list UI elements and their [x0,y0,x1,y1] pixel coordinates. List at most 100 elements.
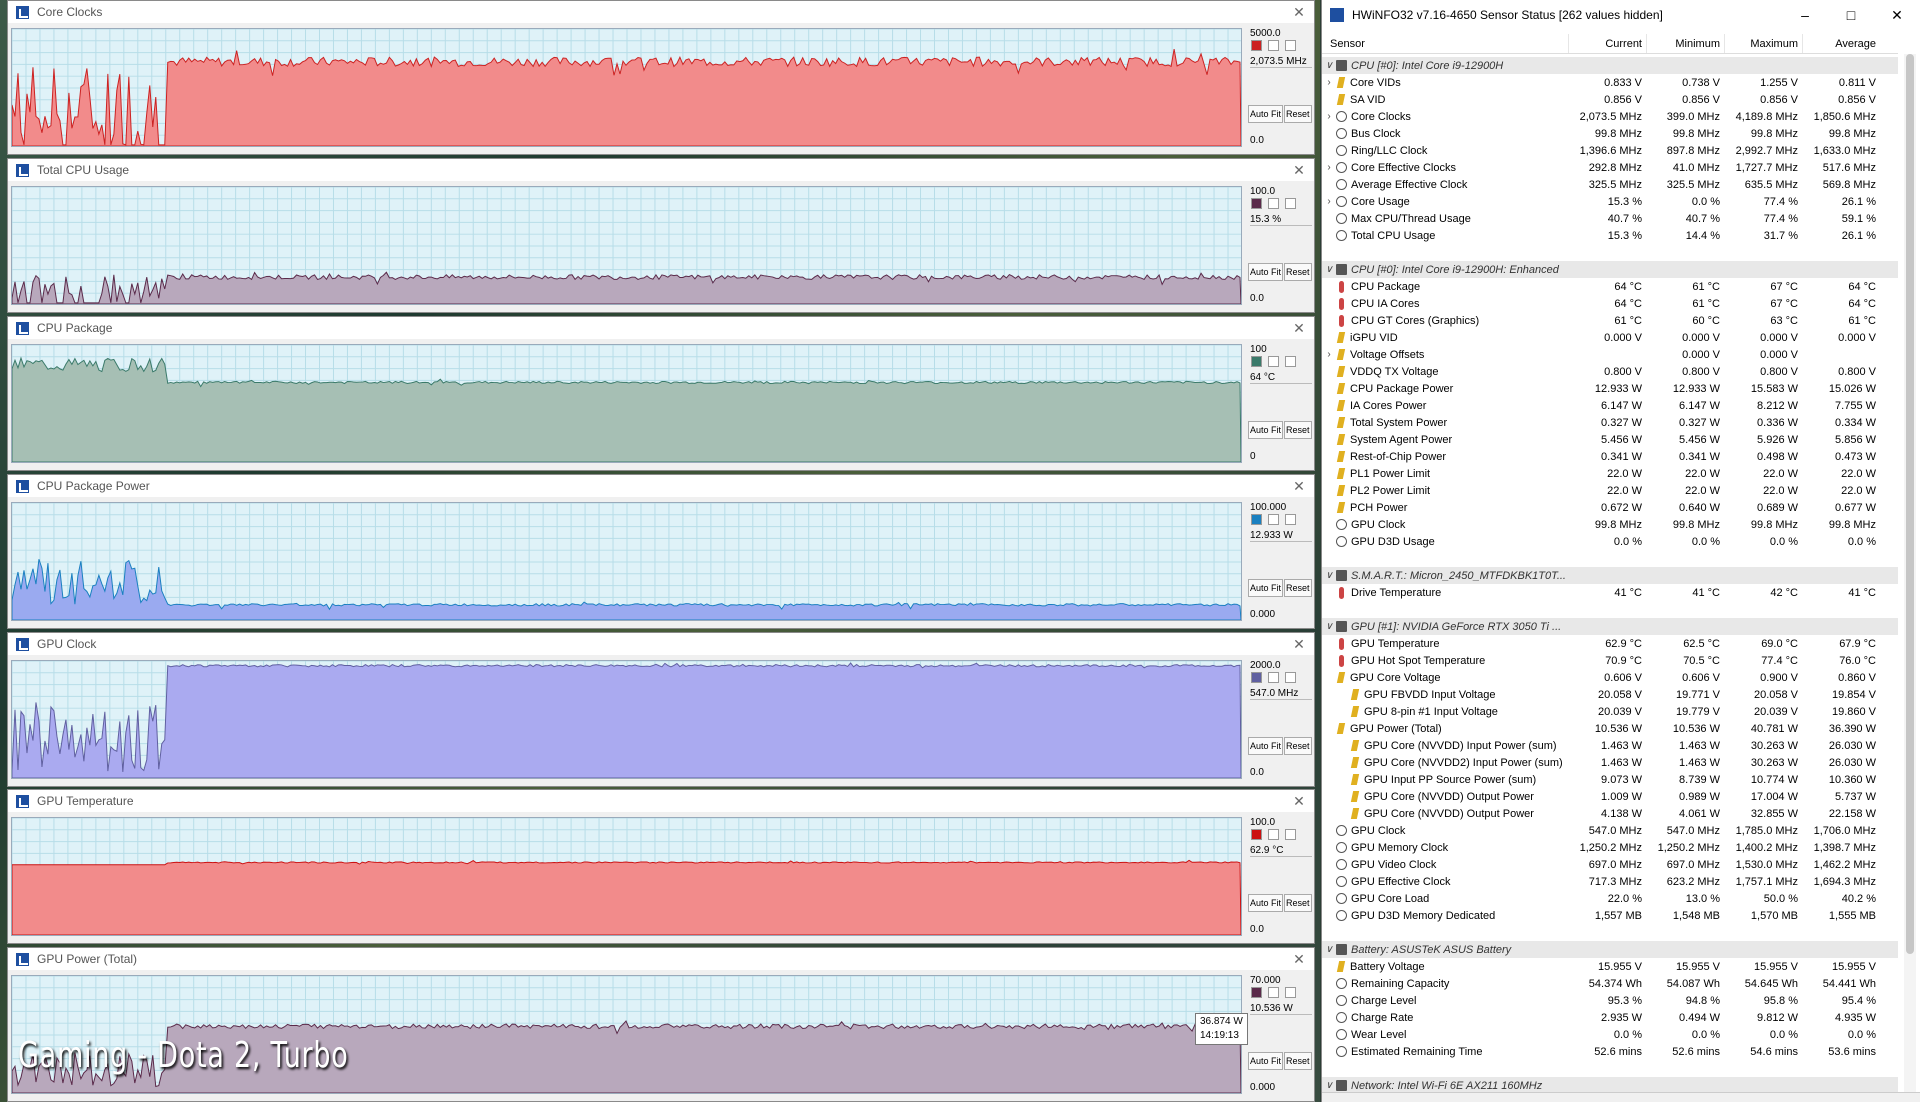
column-average[interactable]: Average [1802,34,1880,53]
reset-button[interactable]: Reset [1284,105,1312,123]
expand-chevron-icon[interactable]: › [1322,111,1336,122]
collapse-chevron-icon[interactable]: ∨ [1322,264,1336,275]
graph-plot[interactable] [11,660,1242,779]
graph-plot[interactable] [11,502,1242,621]
sensor-row[interactable]: Wear Level 0.0 % 0.0 % 0.0 % 0.0 % [1322,1026,1898,1043]
maximize-icon[interactable]: □ [1828,7,1874,23]
collapse-chevron-icon[interactable]: ∨ [1322,1080,1336,1091]
sensor-row[interactable]: PL2 Power Limit 22.0 W 22.0 W 22.0 W 22.0 W [1322,482,1898,499]
column-current[interactable]: Current [1568,34,1646,53]
vertical-scrollbar[interactable] [1904,54,1916,1094]
sensor-row[interactable]: PCH Power 0.672 W 0.640 W 0.689 W 0.677 W [1322,499,1898,516]
close-icon[interactable]: ✕ [1284,793,1314,810]
graph-color-swatch[interactable] [1251,514,1262,525]
sensor-row[interactable]: GPU 8-pin #1 Input Voltage 20.039 V 19.779… [1322,703,1898,720]
sensor-row[interactable]: Total System Power 0.327 W 0.327 W 0.336 W 0… [1322,414,1898,431]
graph-color-swatch[interactable] [1251,987,1262,998]
sensor-row[interactable]: Rest-of-Chip Power 0.341 W 0.341 W 0.498 W 0… [1322,448,1898,465]
sensor-group-header[interactable]: ∨ Battery: ASUSTeK ASUS Battery [1322,941,1898,958]
graph-color-swatch[interactable] [1251,829,1262,840]
auto-fit-button[interactable]: Auto Fit [1248,737,1284,755]
graph-option-box[interactable] [1268,40,1279,51]
sensor-row[interactable]: VDDQ TX Voltage 0.800 V 0.800 V 0.800 V 0.80… [1322,363,1898,380]
sensor-group-header[interactable]: ∨ CPU [#0]: Intel Core i9-12900H: Enhance… [1322,261,1898,278]
auto-fit-button[interactable]: Auto Fit [1248,421,1284,439]
close-icon[interactable]: ✕ [1284,951,1314,968]
graph-option-box[interactable] [1285,40,1296,51]
collapse-chevron-icon[interactable]: ∨ [1322,944,1336,955]
expand-chevron-icon[interactable]: › [1322,349,1336,360]
graph-option-box[interactable] [1285,987,1296,998]
sensor-row[interactable]: Drive Temperature 41 °C 41 °C 42 °C 41 °C [1322,584,1898,601]
sensor-group-header[interactable]: ∨ S.M.A.R.T.: Micron_2450_MTFDKBK1T0T... [1322,567,1898,584]
sensor-row[interactable]: Battery Voltage 15.955 V 15.955 V 15.955 V 1… [1322,958,1898,975]
column-minimum[interactable]: Minimum [1646,34,1724,53]
sensor-row[interactable]: › Core Usage 15.3 % 0.0 % 77.4 % 26.1 % [1322,193,1898,210]
graph-plot[interactable] [11,28,1242,147]
sensor-row[interactable]: Total CPU Usage 15.3 % 14.4 % 31.7 % 26.1 % [1322,227,1898,244]
sensor-row[interactable]: GPU Core Load 22.0 % 13.0 % 50.0 % 40.2 % [1322,890,1898,907]
sensor-row[interactable]: Charge Rate 2.935 W 0.494 W 9.812 W 4.935 W [1322,1009,1898,1026]
sensor-row[interactable]: GPU D3D Memory Dedicated 1,557 MB 1,548 MB… [1322,907,1898,924]
reset-button[interactable]: Reset [1284,579,1312,597]
expand-chevron-icon[interactable]: › [1322,162,1336,173]
sensor-row[interactable]: GPU Clock 547.0 MHz 547.0 MHz 1,785.0 MHz 1,… [1322,822,1898,839]
sensor-row[interactable]: Estimated Remaining Time 52.6 mins 52.6 mi… [1322,1043,1898,1060]
sensor-row[interactable]: Remaining Capacity 54.374 Wh 54.087 Wh 54.6… [1322,975,1898,992]
graph-option-box[interactable] [1285,356,1296,367]
close-icon[interactable]: ✕ [1284,4,1314,21]
reset-button[interactable]: Reset [1284,421,1312,439]
auto-fit-button[interactable]: Auto Fit [1248,1052,1284,1070]
graph-color-swatch[interactable] [1251,40,1262,51]
sensor-row[interactable]: GPU D3D Usage 0.0 % 0.0 % 0.0 % 0.0 % [1322,533,1898,550]
sensor-row[interactable]: GPU Power (Total) 10.536 W 10.536 W 40.781 … [1322,720,1898,737]
reset-button[interactable]: Reset [1284,1052,1312,1070]
auto-fit-button[interactable]: Auto Fit [1248,894,1284,912]
graph-color-swatch[interactable] [1251,198,1262,209]
sensor-row[interactable]: CPU IA Cores 64 °C 61 °C 67 °C 64 °C [1322,295,1898,312]
graph-plot[interactable] [11,817,1242,936]
sensor-row[interactable]: GPU Core (NVVDD) Output Power 1.009 W 0.98… [1322,788,1898,805]
sensor-row[interactable]: CPU Package Power 12.933 W 12.933 W 15.583 … [1322,380,1898,397]
graph-plot[interactable] [11,344,1242,463]
graph-option-box[interactable] [1285,514,1296,525]
sensor-row[interactable]: GPU Temperature 62.9 °C 62.5 °C 69.0 °C 67.9… [1322,635,1898,652]
scrollbar-thumb[interactable] [1906,54,1914,954]
auto-fit-button[interactable]: Auto Fit [1248,263,1284,281]
sensor-group-header[interactable]: ∨ CPU [#0]: Intel Core i9-12900H [1322,57,1898,74]
close-icon[interactable]: ✕ [1874,7,1920,24]
expand-chevron-icon[interactable]: › [1322,196,1336,207]
sensor-row[interactable]: GPU Effective Clock 717.3 MHz 623.2 MHz 1,7… [1322,873,1898,890]
sensor-row[interactable]: Ring/LLC Clock 1,396.6 MHz 897.8 MHz 2,992.… [1322,142,1898,159]
graph-plot[interactable] [11,186,1242,305]
sensor-row[interactable]: GPU Clock 99.8 MHz 99.8 MHz 99.8 MHz 99.8 MH… [1322,516,1898,533]
graph-color-swatch[interactable] [1251,672,1262,683]
auto-fit-button[interactable]: Auto Fit [1248,105,1284,123]
graph-option-box[interactable] [1268,829,1279,840]
graph-option-box[interactable] [1268,672,1279,683]
auto-fit-button[interactable]: Auto Fit [1248,579,1284,597]
sensor-group-header[interactable]: ∨ GPU [#1]: NVIDIA GeForce RTX 3050 Ti ..… [1322,618,1898,635]
graph-option-box[interactable] [1268,198,1279,209]
sensor-row[interactable]: › Voltage Offsets 0.000 V 0.000 V [1322,346,1898,363]
graph-option-box[interactable] [1268,987,1279,998]
sensor-row[interactable]: › Core VIDs 0.833 V 0.738 V 1.255 V 0.811 V [1322,74,1898,91]
close-icon[interactable]: ✕ [1284,636,1314,653]
sensor-row[interactable]: CPU Package 64 °C 61 °C 67 °C 64 °C [1322,278,1898,295]
expand-chevron-icon[interactable]: › [1322,77,1336,88]
sensor-row[interactable]: PL1 Power Limit 22.0 W 22.0 W 22.0 W 22.0 W [1322,465,1898,482]
sensor-row[interactable]: GPU Core (NVVDD) Input Power (sum) 1.463 … [1322,737,1898,754]
graph-color-swatch[interactable] [1251,356,1262,367]
sensor-row[interactable]: GPU Hot Spot Temperature 70.9 °C 70.5 °C 77… [1322,652,1898,669]
graph-option-box[interactable] [1268,356,1279,367]
sensor-row[interactable]: Bus Clock 99.8 MHz 99.8 MHz 99.8 MHz 99.8 MH… [1322,125,1898,142]
collapse-chevron-icon[interactable]: ∨ [1322,621,1336,632]
close-icon[interactable]: ✕ [1284,320,1314,337]
sensor-row[interactable]: GPU Core Voltage 0.606 V 0.606 V 0.900 V 0.8… [1322,669,1898,686]
sensor-row[interactable]: System Agent Power 5.456 W 5.456 W 5.926 W 5… [1322,431,1898,448]
sensor-row[interactable]: › Core Clocks 2,073.5 MHz 399.0 MHz 4,189.8 … [1322,108,1898,125]
sensor-row[interactable]: iGPU VID 0.000 V 0.000 V 0.000 V 0.000 V [1322,329,1898,346]
reset-button[interactable]: Reset [1284,737,1312,755]
sensor-row[interactable]: GPU Core (NVVDD) Output Power 4.138 W 4.06… [1322,805,1898,822]
graph-option-box[interactable] [1268,514,1279,525]
